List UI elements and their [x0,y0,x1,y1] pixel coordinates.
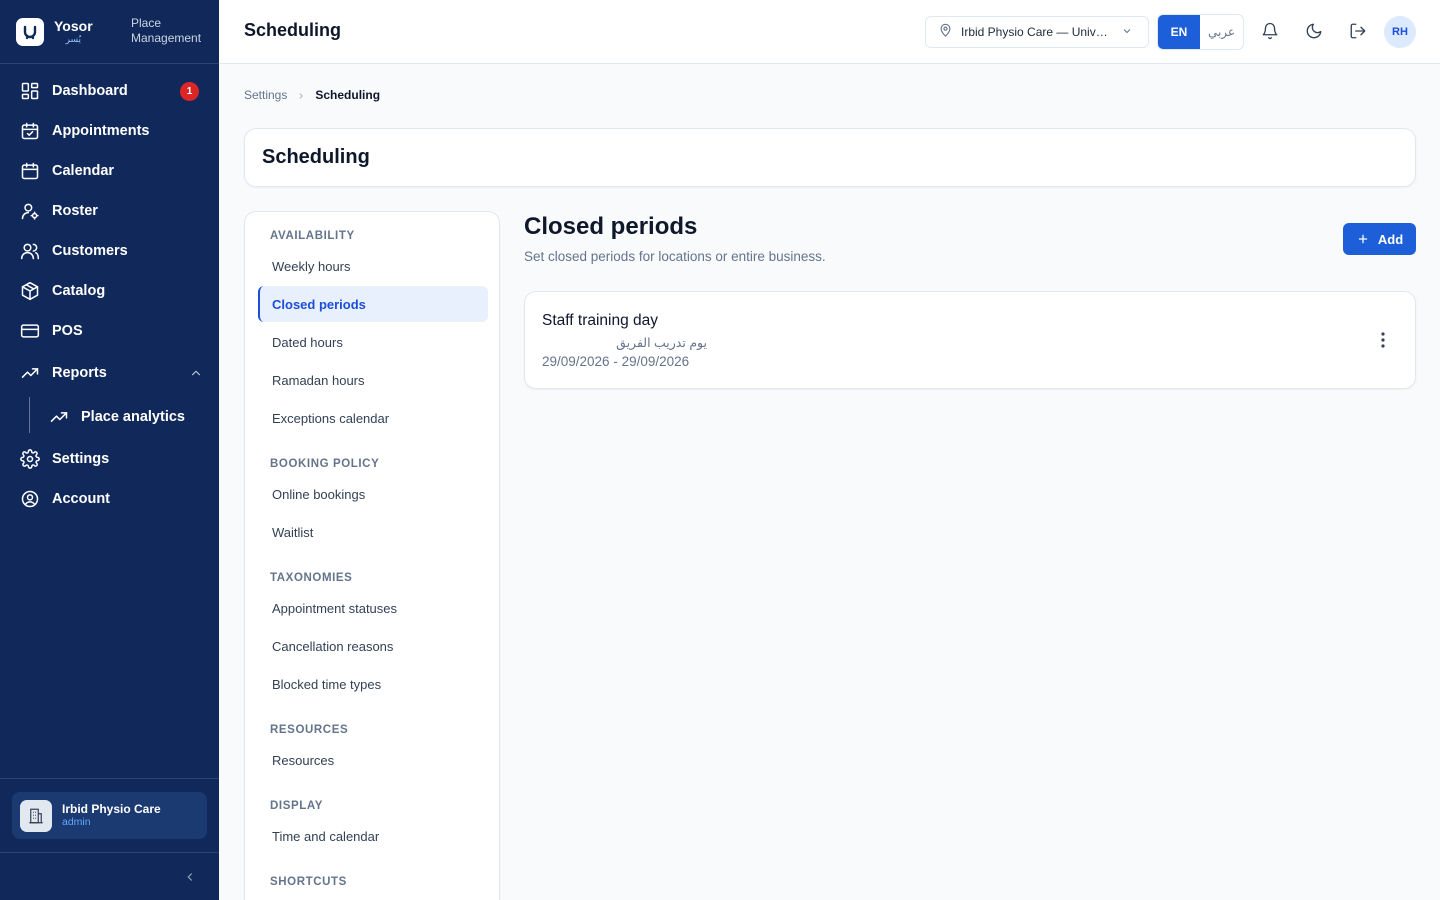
current-place-card[interactable]: Irbid Physio Care admin [12,792,207,839]
subnav-section-resources: RESOURCES [270,724,349,736]
user-gear-icon [20,201,40,221]
user-circle-icon [20,489,40,509]
sidebar-item-dashboard[interactable]: Dashboard 1 [0,71,219,111]
moon-icon[interactable] [1305,22,1323,40]
add-button[interactable]: Add [1343,223,1416,255]
subnav-item-resources[interactable]: Resources [258,742,488,778]
subnav-item-cancellation-reasons[interactable]: Cancellation reasons [258,628,488,664]
sidebar-item-pos[interactable]: POS [0,311,219,351]
section-subtitle: Set closed periods for locations or enti… [524,249,826,264]
page-heading: Scheduling [262,146,370,168]
page-header-card: Scheduling [244,128,1416,187]
logout-icon[interactable] [1349,22,1367,40]
collapse-bar [0,852,219,900]
card-icon [20,321,40,341]
place-role: admin [62,816,91,829]
dashboard-icon [20,81,40,101]
sidebar-item-label: Account [52,491,110,507]
sidebar-item-label: Dashboard [52,83,128,99]
bell-icon[interactable] [1261,22,1279,40]
chevron-down-icon [1113,25,1133,40]
subnav-section-booking-policy: BOOKING POLICY [270,458,380,470]
sidebar-item-label: POS [52,323,83,339]
breadcrumb: Settings Scheduling [244,88,380,102]
sidebar-item-reports[interactable]: Reports [0,351,219,395]
period-name-arabic: يوم تدريب الفريق [616,336,707,350]
breadcrumb-current: Scheduling [315,88,381,102]
lang-en-button[interactable]: EN [1158,15,1200,49]
sidebar-item-place-analytics[interactable]: Place analytics [0,395,219,439]
sidebar-item-label: Appointments [52,123,150,139]
brand[interactable]: Yosor يُسر Place Management [0,0,219,64]
place-name: Irbid Physio Care [62,802,161,816]
period-name: Staff training day [542,312,659,329]
users-icon [20,241,40,261]
subnav-item-weekly-hours[interactable]: Weekly hours [258,248,488,284]
subnav-section-taxonomies: TAXONOMIES [270,572,353,584]
sidebar-item-calendar[interactable]: Calendar [0,151,219,191]
sidebar-item-label: Calendar [52,163,115,179]
sidebar-footer: Irbid Physio Care admin [0,778,219,900]
sidebar-item-catalog[interactable]: Catalog [0,271,219,311]
lang-ar-button[interactable]: عربي [1200,15,1243,49]
subnav-item-online-bookings[interactable]: Online bookings [258,476,488,512]
sidebar-item-label: Customers [52,243,128,259]
sidebar-item-appointments[interactable]: Appointments [0,111,219,151]
sidebar-item-label: Reports [52,365,107,381]
subnav-section-availability: AVAILABILITY [270,230,355,242]
location-select[interactable]: Irbid Physio Care — University Street [925,16,1149,48]
chevron-left-icon[interactable] [183,870,197,884]
sidebar-item-roster[interactable]: Roster [0,191,219,231]
sidebar-item-label: Place analytics [81,409,185,425]
breadcrumb-settings[interactable]: Settings [244,88,287,102]
subnav-item-waitlist[interactable]: Waitlist [258,514,488,550]
add-button-label: Add [1377,231,1404,247]
sidebar-item-label: Roster [52,203,98,219]
plus-icon [1358,234,1367,244]
sidebar-item-settings[interactable]: Settings [0,439,219,479]
trending-up-icon [20,363,40,383]
location-select-value: Irbid Physio Care — University Street [961,25,1113,39]
yosor-logo-icon [16,17,44,46]
settings-subnav: AVAILABILITY Weekly hours Closed periods… [244,211,500,900]
chevron-up-icon[interactable] [189,366,203,380]
subnav-item-exceptions-calendar[interactable]: Exceptions calendar [258,400,488,436]
subnav-item-appointment-statuses[interactable]: Appointment statuses [258,590,488,626]
top-bar: Scheduling Irbid Physio Care — Universit… [219,0,1440,64]
gear-icon [20,449,40,469]
more-vertical-icon[interactable] [1375,331,1391,349]
brand-name-arabic: يُسر [65,34,82,44]
subnav-item-ramadan-hours[interactable]: Ramadan hours [258,362,488,398]
notification-badge: 1 [180,82,199,101]
subnav-section-display: DISPLAY [270,800,323,812]
calendar-check-icon [20,121,40,141]
sidebar-item-customers[interactable]: Customers [0,231,219,271]
sidebar-item-label: Settings [52,451,110,467]
subnav-item-time-and-calendar[interactable]: Time and calendar [258,818,488,854]
subnav-section-shortcuts: SHORTCUTS [270,876,347,888]
map-pin-icon [938,23,953,41]
building-icon [20,799,52,832]
chevron-right-icon [296,90,306,100]
subnav-item-blocked-time-types[interactable]: Blocked time types [258,666,488,702]
package-icon [20,281,40,301]
subnav-item-dated-hours[interactable]: Dated hours [258,324,488,360]
calendar-icon [20,161,40,181]
sidebar: Yosor يُسر Place Management Dashboard 1 A… [0,0,219,900]
section-title: Closed periods [524,213,698,240]
language-switch: EN عربي [1157,14,1244,50]
avatar[interactable]: RH [1384,16,1416,48]
trending-up-icon [49,407,69,427]
sidebar-item-label: Catalog [52,283,106,299]
sidebar-nav: Dashboard 1 Appointments Calendar Roster… [0,64,219,519]
subnav-item-closed-periods[interactable]: Closed periods [258,286,488,322]
sidebar-item-account[interactable]: Account [0,479,219,519]
period-dates: 29/09/2026 - 29/09/2026 [542,354,690,369]
page-title: Scheduling [244,20,342,40]
brand-subtitle: Place Management [131,16,202,45]
closed-period-card[interactable]: Staff training day يوم تدريب الفريق 29/0… [524,291,1416,389]
brand-name: Yosor [54,18,93,34]
